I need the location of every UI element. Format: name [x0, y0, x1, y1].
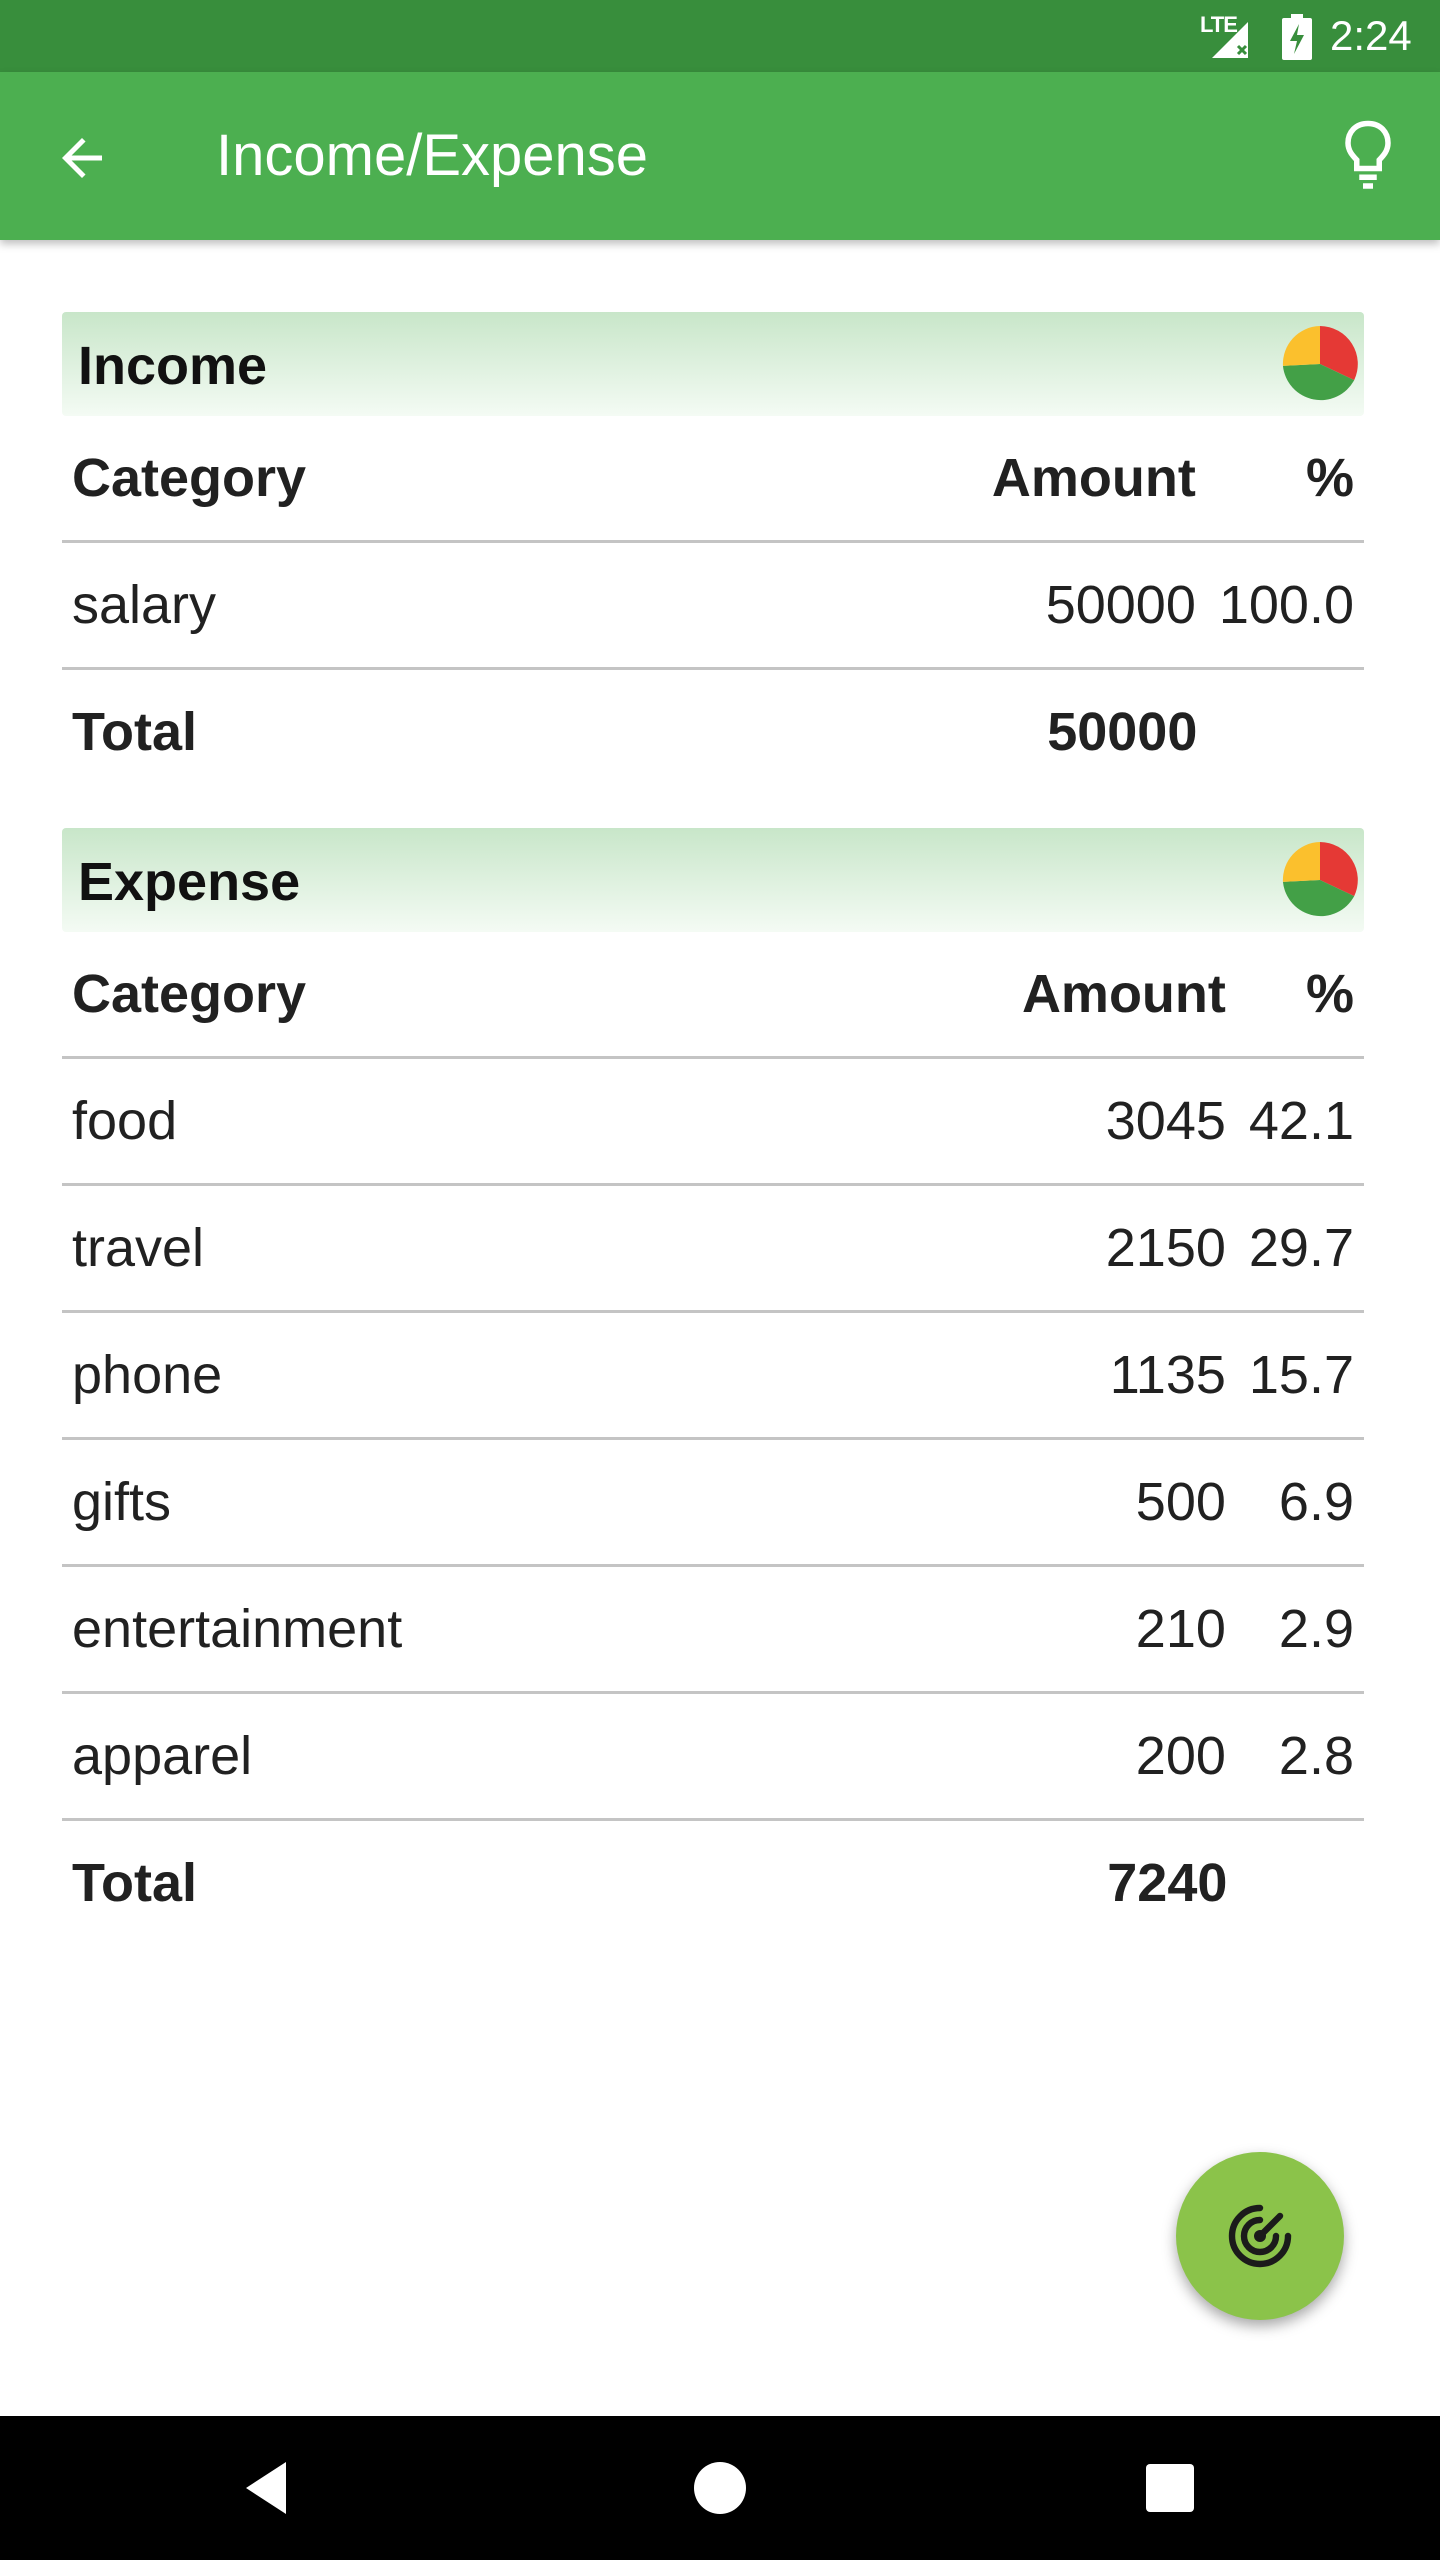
lightbulb-icon[interactable]	[1338, 118, 1398, 194]
radar-icon	[1228, 2204, 1292, 2268]
category-cell: apparel	[62, 1692, 1011, 1821]
percent-cell: 29.7	[1235, 1184, 1364, 1313]
percent-cell: 100.0	[1205, 541, 1364, 670]
table-row[interactable]: salary 50000 100.0	[62, 541, 1364, 670]
percent-cell: 42.1	[1235, 1057, 1364, 1186]
percent-cell: 15.7	[1235, 1311, 1364, 1440]
income-section: Income Category Amount % salary 50000 10…	[62, 312, 1364, 794]
battery-charging-icon	[1282, 14, 1312, 60]
category-cell: food	[62, 1057, 1011, 1186]
page-title: Income/Expense	[216, 123, 649, 188]
amount-cell: 3045	[1008, 1057, 1238, 1186]
signal-icon	[1212, 22, 1248, 58]
column-header-category: Category	[62, 416, 981, 543]
total-label: Total	[72, 1853, 197, 1913]
percent-cell: 2.9	[1235, 1565, 1364, 1694]
table-row[interactable]: phone 1135 15.7	[62, 1311, 1364, 1440]
amount-cell: 200	[1008, 1692, 1238, 1821]
table-row[interactable]: travel 2150 29.7	[62, 1184, 1364, 1313]
expense-section: Expense Category Amount % food 3045 42.1…	[62, 828, 1364, 1945]
pie-chart-icon[interactable]	[1282, 842, 1358, 918]
arrow-back-icon[interactable]	[52, 128, 112, 188]
category-cell: gifts	[62, 1438, 1011, 1567]
nav-home-icon[interactable]	[690, 2458, 750, 2518]
table-header-row: Category Amount %	[62, 932, 1364, 1059]
expense-table: Category Amount % food 3045 42.1 travel …	[62, 932, 1364, 1945]
income-table: Category Amount % salary 50000 100.0 Tot…	[62, 416, 1364, 794]
total-row: Total 7240	[62, 1820, 1364, 1946]
total-amount: 50000	[1047, 702, 1198, 762]
expense-header: Expense	[62, 828, 1364, 932]
table-header-row: Category Amount %	[62, 416, 1364, 543]
income-header: Income	[62, 312, 1364, 416]
category-cell: phone	[62, 1311, 1011, 1440]
expense-title: Expense	[78, 852, 301, 912]
navigation-bar	[0, 2416, 1440, 2560]
app-bar: Income/Expense	[0, 72, 1440, 240]
pie-chart-icon[interactable]	[1282, 326, 1358, 402]
table-row[interactable]: food 3045 42.1	[62, 1057, 1364, 1186]
amount-cell: 210	[1008, 1565, 1238, 1694]
column-header-category: Category	[62, 932, 1011, 1059]
table-row[interactable]: gifts 500 6.9	[62, 1438, 1364, 1567]
report-content: Income Category Amount % salary 50000 10…	[62, 312, 1364, 1945]
category-cell: entertainment	[62, 1565, 1011, 1694]
category-cell: salary	[62, 541, 981, 670]
percent-cell: 6.9	[1235, 1438, 1364, 1567]
total-row: Total 50000	[62, 669, 1364, 795]
table-row[interactable]: entertainment 210 2.9	[62, 1565, 1364, 1694]
nav-back-icon[interactable]	[238, 2458, 298, 2518]
amount-cell: 50000	[978, 541, 1208, 670]
clock: 2:24	[1330, 12, 1412, 59]
amount-cell: 1135	[1008, 1311, 1238, 1440]
column-header-amount: Amount	[1008, 932, 1238, 1059]
status-bar: LTE 2:24	[0, 0, 1440, 72]
category-cell: travel	[62, 1184, 1011, 1313]
total-amount: 7240	[1107, 1853, 1228, 1913]
amount-cell: 2150	[1008, 1184, 1238, 1313]
fab-button[interactable]	[1176, 2152, 1344, 2320]
total-label: Total	[72, 702, 197, 762]
column-header-percent: %	[1205, 416, 1364, 543]
table-row[interactable]: apparel 200 2.8	[62, 1692, 1364, 1821]
percent-cell: 2.8	[1235, 1692, 1364, 1821]
nav-recents-icon[interactable]	[1140, 2458, 1200, 2518]
column-header-percent: %	[1235, 932, 1364, 1059]
income-title: Income	[78, 336, 268, 396]
column-header-amount: Amount	[978, 416, 1208, 543]
amount-cell: 500	[1008, 1438, 1238, 1567]
